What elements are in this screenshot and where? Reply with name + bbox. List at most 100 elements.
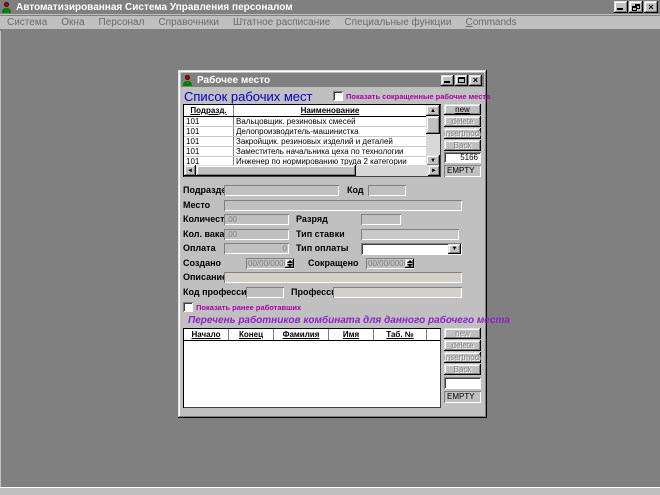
status-field-2: EMPTY [444, 391, 481, 403]
pay-field[interactable]: 0 [224, 243, 289, 254]
menu-item-commands[interactable]: Commands [458, 17, 523, 28]
app-icon [2, 2, 13, 13]
pay-label: Оплата [183, 243, 216, 254]
dialog-maximize-icon[interactable] [455, 75, 468, 86]
record-count-field: 5166 [444, 152, 481, 163]
column-header-name[interactable]: Наименование [234, 105, 426, 116]
main-titlebar-buttons: × [614, 1, 658, 13]
profession-field[interactable] [333, 287, 462, 298]
dialog-minimize-icon[interactable] [441, 75, 454, 86]
column-header-start[interactable]: Начало [184, 329, 229, 340]
vacancies-field[interactable]: .00 [224, 229, 289, 240]
chevron-down-icon[interactable]: ▼ [448, 244, 461, 254]
workplace-dialog: Рабочее место × Список рабочих мест Пока… [178, 70, 487, 418]
workplaces-table-header: Подразд. Наименование [184, 105, 426, 117]
cell-dept: 101 [184, 137, 234, 146]
place-label: Место [183, 200, 210, 211]
record-count-field-2 [444, 377, 481, 389]
scroll-up-icon[interactable]: ▲ [426, 105, 440, 116]
status-field: EMPTY [444, 165, 481, 177]
new-button-2: new [444, 328, 481, 339]
main-window-title: Автоматизированная Система Управления пе… [16, 2, 293, 13]
new-button-label: new [455, 105, 470, 114]
show-former-checkbox[interactable] [183, 302, 193, 312]
main-titlebar[interactable]: Автоматизированная Система Управления пе… [0, 0, 660, 15]
column-header-end[interactable]: Конец [229, 329, 274, 340]
description-field[interactable] [224, 272, 462, 283]
employees-table-header: Начало Конец Фамилия Имя Таб. № [184, 329, 440, 341]
reduced-spinner[interactable] [405, 259, 414, 268]
column-header-stub [427, 329, 440, 340]
menu-item-staffing[interactable]: Штатное расписание [226, 17, 337, 28]
created-spinner[interactable] [285, 259, 294, 268]
client-area: Рабочее место × Список рабочих мест Пока… [0, 31, 660, 487]
created-label: Создано [183, 258, 221, 269]
table-row[interactable]: 101 Закройщик. резиновых изделий и детал… [184, 137, 426, 147]
menu-item-windows[interactable]: Окна [54, 17, 91, 28]
cell-dept: 101 [184, 127, 234, 136]
close-icon[interactable]: × [644, 1, 658, 13]
cell-name: Заместитель начальника цеха по технологи… [234, 147, 426, 156]
horizontal-scrollbar[interactable]: ◄ ► [184, 165, 440, 176]
minimize-icon[interactable] [614, 1, 628, 13]
vertical-scrollbar[interactable]: ▲ ▼ [426, 105, 440, 166]
code-label: Код [347, 185, 364, 196]
table-row[interactable]: 101 Вальцовщик. резиновых смесей [184, 117, 426, 127]
employees-table: Начало Конец Фамилия Имя Таб. № [183, 328, 441, 408]
back-button: Back [444, 140, 481, 151]
column-header-dept[interactable]: Подразд. [184, 105, 234, 116]
employees-heading: Перечень работников комбината для данног… [188, 315, 510, 326]
workplace-list-heading: Список рабочих мест [184, 89, 312, 104]
scrollbar-thumb[interactable] [426, 116, 440, 134]
column-header-surname[interactable]: Фамилия [274, 329, 329, 340]
table-row[interactable]: 101 Заместитель начальника цеха по техно… [184, 147, 426, 157]
menu-item-special[interactable]: Специальные функции [337, 17, 458, 28]
prof-code-field[interactable] [246, 287, 284, 298]
description-label: Описание [183, 272, 227, 283]
desktop: Автоматизированная Система Управления пе… [0, 0, 660, 495]
scroll-left-icon[interactable]: ◄ [184, 165, 196, 176]
scrollbar-thumb[interactable] [196, 165, 356, 176]
scroll-right-icon[interactable]: ► [428, 165, 440, 176]
restore-icon[interactable] [629, 1, 643, 13]
show-reduced-label: Показать сокращенные рабочие места [346, 92, 490, 101]
cell-name: Вальцовщик. резиновых смесей [234, 117, 426, 126]
grade-label: Разряд [296, 214, 328, 225]
quantity-field[interactable]: .00 [224, 214, 289, 225]
cell-dept: 101 [184, 147, 234, 156]
status-bar [0, 487, 660, 495]
new-button[interactable]: new [444, 104, 481, 115]
menu-item-directories[interactable]: Справочники [151, 17, 226, 28]
menubar: Система Окна Персонал Справочники Штатно… [0, 16, 660, 30]
prof-code-label: Код профессии [183, 287, 252, 298]
dialog-titlebar-buttons: × [441, 75, 482, 86]
column-header-tabnum[interactable]: Таб. № [374, 329, 427, 340]
insertmode-button-2: insertmode [444, 352, 481, 363]
show-reduced-checkbox[interactable] [333, 91, 343, 101]
insertmode-button: insertmode [444, 128, 481, 139]
pay-type-label: Тип оплаты [296, 243, 348, 254]
grade-field[interactable] [361, 214, 401, 225]
dept-field[interactable] [224, 185, 339, 196]
workplaces-table: Подразд. Наименование 101 Вальцовщик. ре… [183, 104, 441, 177]
code-field[interactable] [368, 185, 406, 196]
show-former-label: Показать ранее работавших [196, 303, 301, 312]
pay-type-combobox[interactable]: ▼ [361, 243, 462, 255]
delete-button-2: delete [444, 340, 481, 351]
cell-name: Закройщик. резиновых изделий и деталей [234, 137, 426, 146]
reduced-label: Сокращено [308, 258, 359, 269]
menu-item-personnel[interactable]: Персонал [92, 17, 152, 28]
dialog-title: Рабочее место [197, 75, 270, 86]
column-header-firstname[interactable]: Имя [329, 329, 374, 340]
place-field[interactable] [224, 200, 462, 211]
menu-item-system[interactable]: Система [0, 17, 54, 28]
cell-dept: 101 [184, 117, 234, 126]
dialog-titlebar[interactable]: Рабочее место × [181, 73, 484, 87]
back-button-2: Back [444, 364, 481, 375]
table-row[interactable]: 101 Делопроизводитель-машинистка [184, 127, 426, 137]
cell-name: Делопроизводитель-машинистка [234, 127, 426, 136]
dialog-close-icon[interactable]: × [469, 75, 482, 86]
rate-type-field[interactable] [361, 229, 459, 240]
dialog-icon [183, 75, 194, 86]
delete-button: delete [444, 116, 481, 127]
